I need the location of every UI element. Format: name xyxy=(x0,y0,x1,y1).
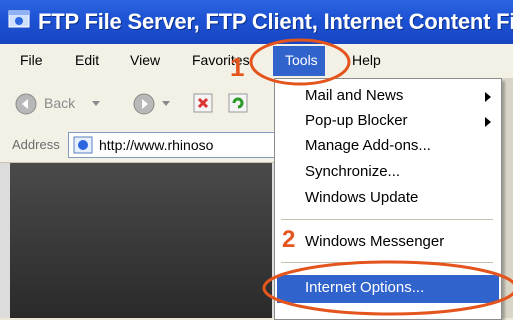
annotation-overlay xyxy=(249,38,513,316)
step-2-circle xyxy=(262,260,513,316)
step-1-circle xyxy=(249,38,351,86)
